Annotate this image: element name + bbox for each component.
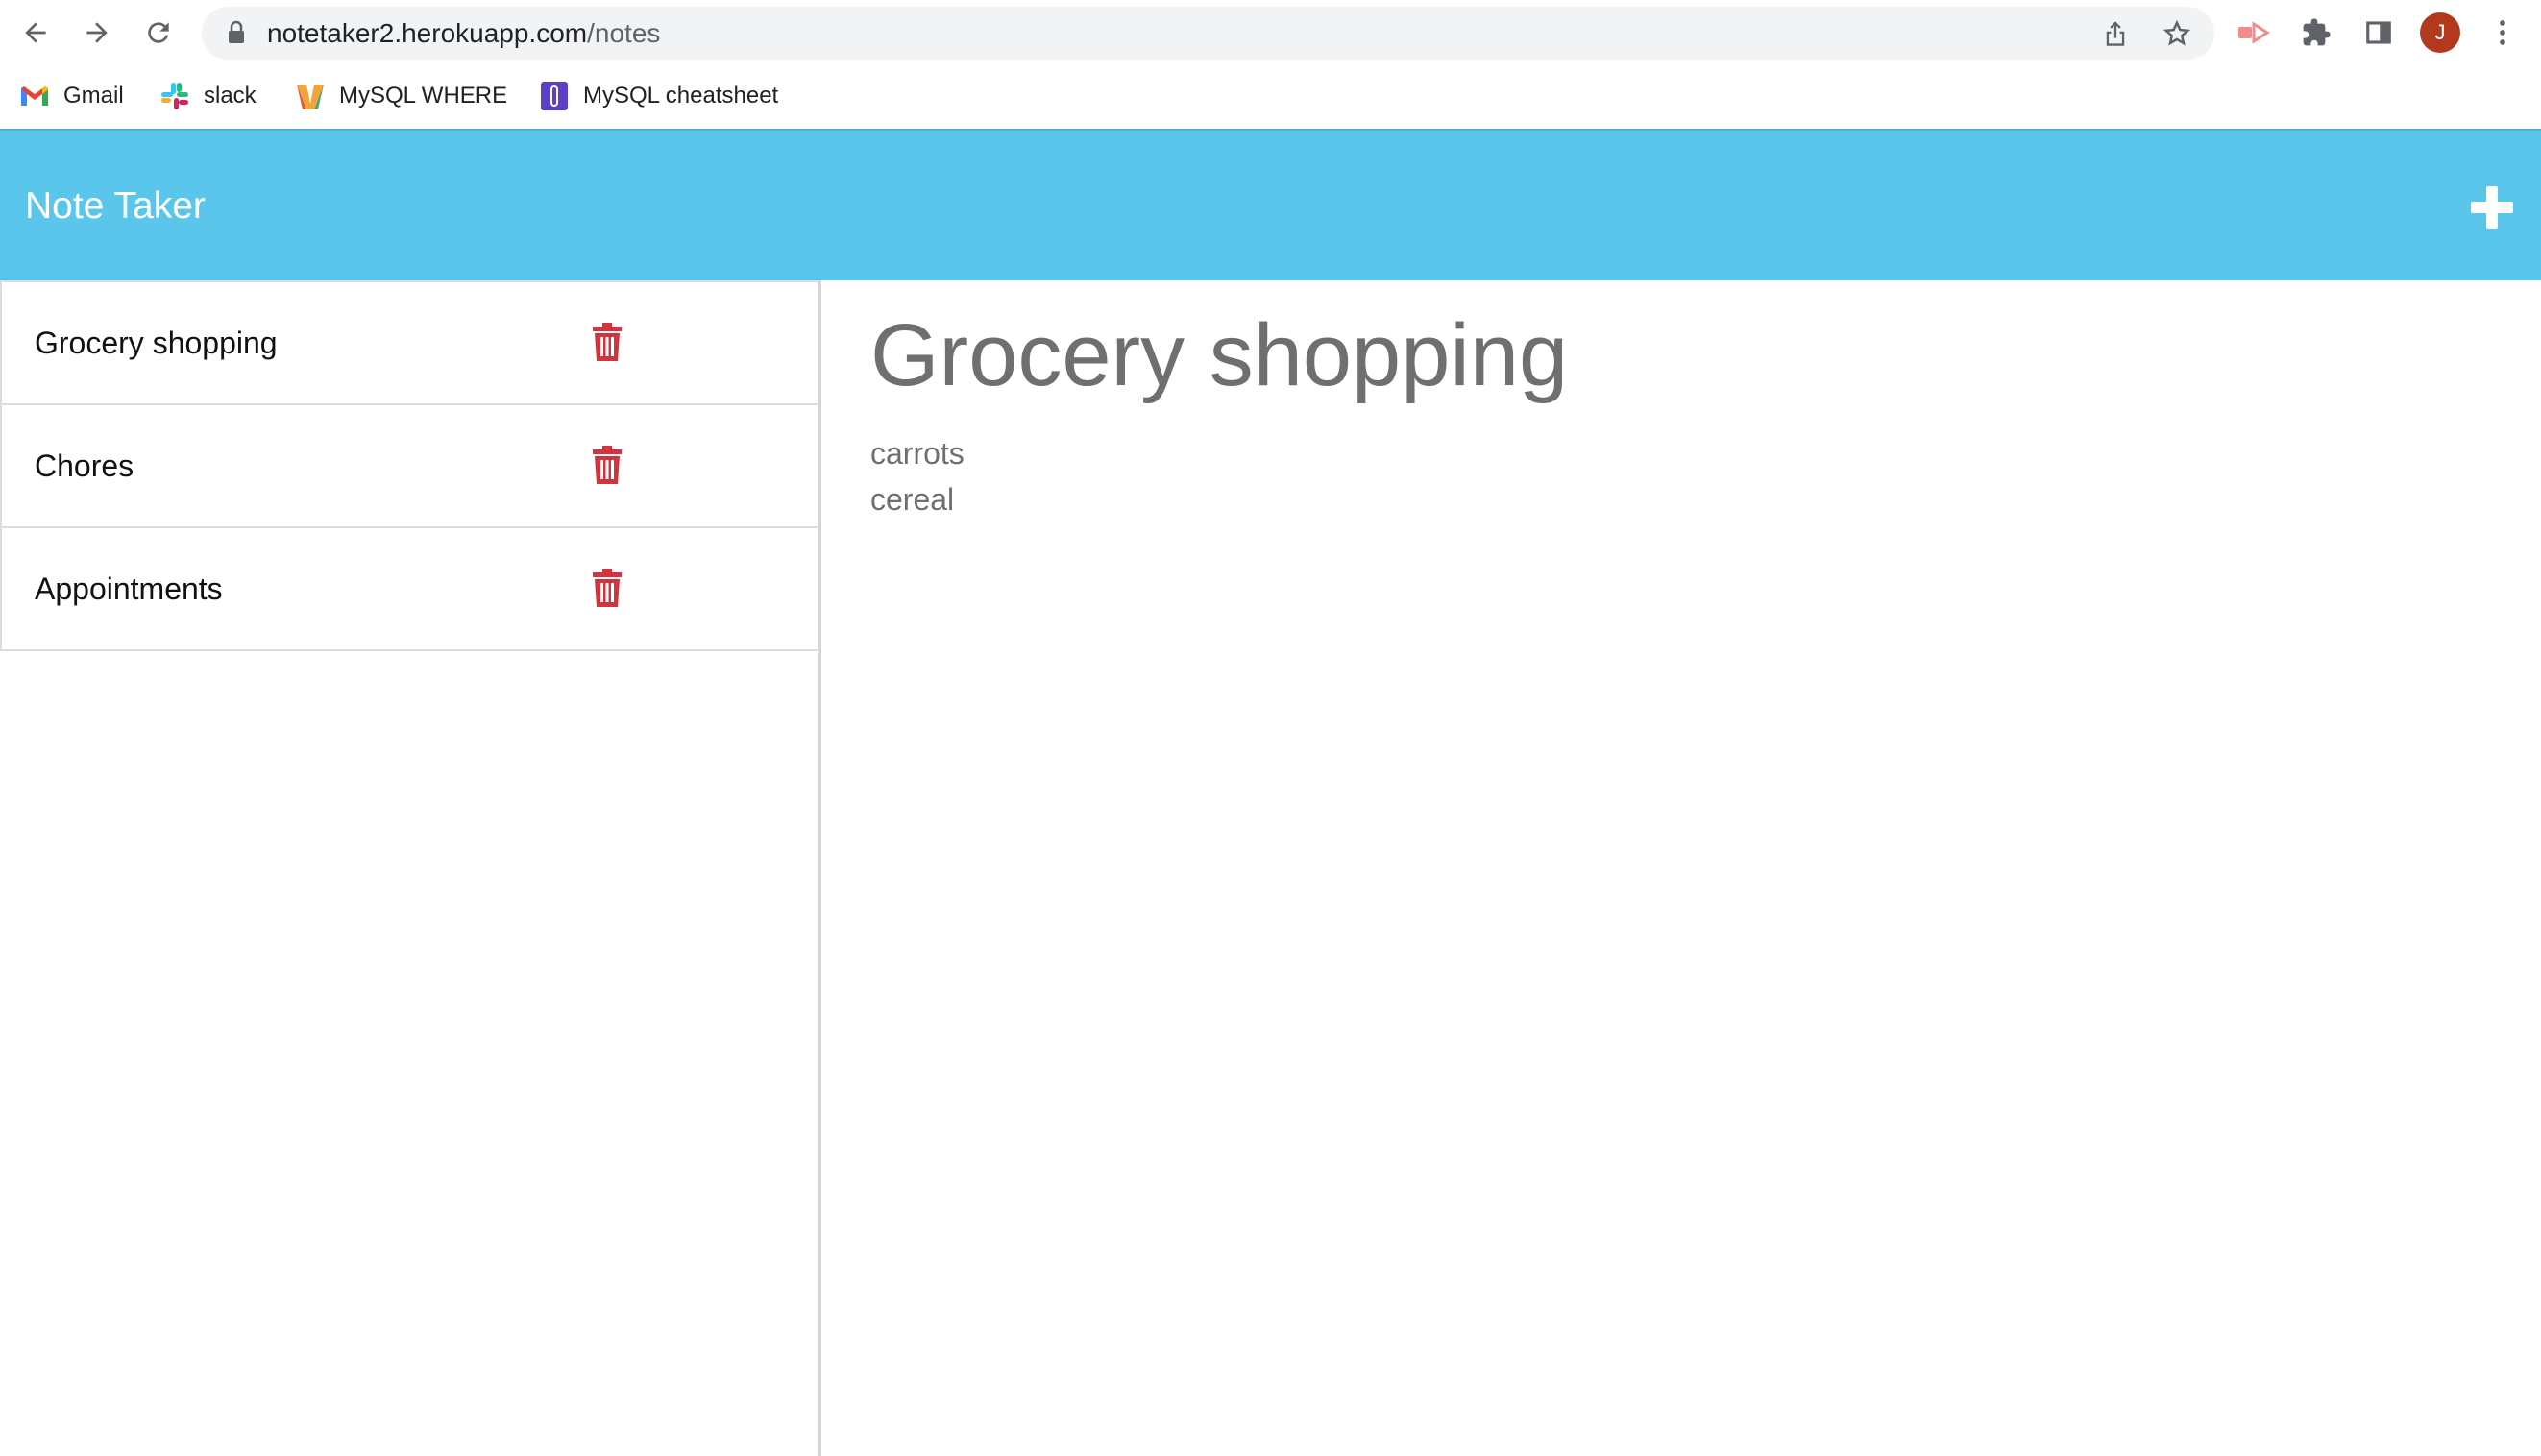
share-icon (2106, 21, 2125, 46)
trash-icon (593, 323, 622, 361)
app-title[interactable]: Note Taker (25, 131, 206, 282)
bookmark-mysql-cheatsheet[interactable]: MySQL cheatsheet (539, 77, 778, 115)
url-host: notetaker2.herokuapp.com (267, 18, 588, 48)
browser-menu-button[interactable] (2480, 10, 2526, 56)
note-title-label: Appointments (35, 571, 223, 606)
share-button[interactable] (2100, 18, 2131, 49)
side-panel-button[interactable] (2356, 10, 2402, 56)
side-panel-icon (2366, 21, 2391, 44)
delete-note-button[interactable] (592, 323, 630, 365)
address-bar[interactable]: notetaker2.herokuapp.com/notes (202, 7, 2214, 60)
more-vertical-icon (2500, 20, 2505, 45)
delete-note-button[interactable] (592, 569, 630, 611)
bookmark-label: MySQL cheatsheet (583, 83, 779, 109)
reload-icon (148, 22, 169, 43)
list-item-appointments[interactable]: Appointments (0, 526, 819, 651)
bookmark-slack[interactable]: slack (159, 77, 257, 115)
profile-avatar[interactable]: J (2420, 12, 2460, 53)
extension-screencast-button[interactable] (2231, 10, 2277, 56)
browser-toolbar: notetaker2.herokuapp.com/notes J (0, 0, 2541, 65)
extensions-button[interactable] (2293, 10, 2339, 56)
list-item-grocery-shopping[interactable]: Grocery shopping (0, 280, 819, 405)
gmail-icon (19, 81, 50, 111)
app-navbar: Note Taker (0, 129, 2541, 280)
new-note-button[interactable] (2467, 182, 2517, 232)
back-button[interactable] (12, 10, 59, 56)
url-text: notetaker2.herokuapp.com/notes (267, 7, 660, 60)
bookmark-label: slack (204, 83, 257, 109)
reload-button[interactable] (135, 10, 182, 56)
list-item-chores[interactable]: Chores (0, 403, 819, 528)
note-title-label: Chores (35, 449, 134, 483)
bookmark-gmail[interactable]: Gmail (19, 77, 124, 115)
slack-icon (159, 81, 190, 111)
arrow-left-icon (25, 22, 46, 43)
url-path: /notes (587, 18, 661, 48)
plus-icon (2471, 186, 2513, 229)
forward-button[interactable] (74, 10, 120, 56)
panel-divider (818, 280, 821, 1456)
mysql-where-icon (295, 81, 326, 111)
bookmark-label: Gmail (63, 83, 124, 109)
notes-list: Grocery shopping Chores Appointments (0, 280, 819, 1456)
note-title-label: Grocery shopping (35, 326, 278, 360)
mysql-cheatsheet-icon (539, 81, 570, 111)
star-icon (2162, 19, 2191, 46)
bookmark-star-button[interactable] (2162, 18, 2192, 49)
screencast-icon (2238, 21, 2270, 44)
arrow-right-icon (86, 22, 108, 43)
lock-icon (229, 20, 244, 43)
bookmarks-bar: Gmail slack MySQL WHERE MySQL cheatsheet (0, 65, 2541, 129)
note-title-input[interactable]: Grocery shopping (870, 305, 1568, 406)
trash-icon (593, 569, 622, 607)
bookmark-label: MySQL WHERE (339, 83, 508, 109)
note-text-area[interactable]: carrots cereal (870, 430, 965, 522)
delete-note-button[interactable] (592, 446, 630, 488)
bookmark-mysql-where[interactable]: MySQL WHERE (295, 77, 507, 115)
trash-icon (593, 446, 622, 484)
puzzle-icon (2303, 18, 2331, 46)
